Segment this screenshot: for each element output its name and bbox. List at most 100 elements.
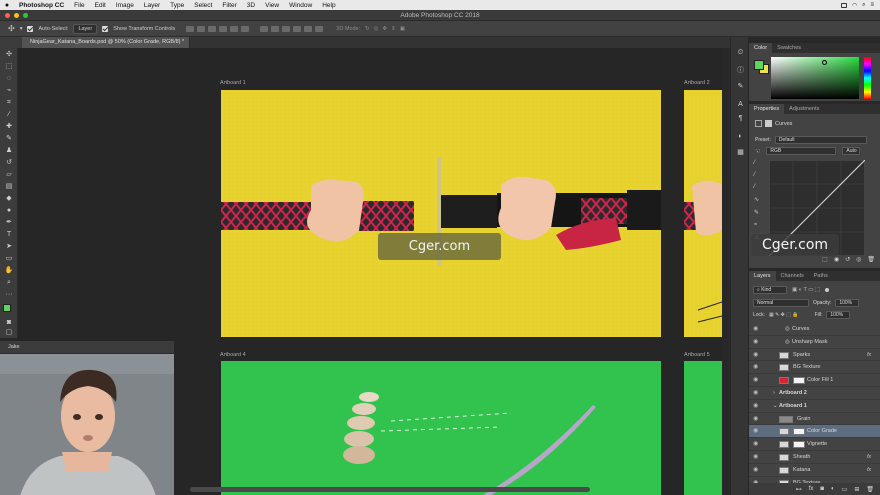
- menu-edit[interactable]: Edit: [90, 2, 111, 9]
- tab-properties[interactable]: Properties: [749, 104, 785, 114]
- crop-tool-icon[interactable]: ⌗: [4, 98, 14, 107]
- document-tab[interactable]: NinjaGear_Katana_Boards.psd @ 50% (Color…: [22, 37, 190, 48]
- artboard-1[interactable]: Cger.com: [221, 90, 661, 337]
- lock-icons[interactable]: ▦ ✎ ✥ ⬚ 🔒: [769, 312, 799, 318]
- distribute-middle-button[interactable]: [271, 25, 280, 32]
- eraser-tool-icon[interactable]: ▱: [4, 170, 14, 179]
- styles-panel-icon[interactable]: ▦: [735, 147, 746, 158]
- type-tool-icon[interactable]: T: [4, 230, 14, 239]
- hand-tool-icon[interactable]: ✋: [4, 266, 14, 275]
- artboard-4-label[interactable]: Artboard 4: [220, 352, 246, 358]
- artboard-5-label[interactable]: Artboard 5: [684, 352, 710, 358]
- trash-icon[interactable]: 🗑: [867, 256, 875, 263]
- visibility-eye-icon[interactable]: ◉: [753, 438, 758, 451]
- tab-channels[interactable]: Channels: [776, 271, 809, 281]
- tab-color[interactable]: Color: [749, 43, 773, 53]
- mask-icon[interactable]: [765, 120, 772, 127]
- visibility-eye-icon[interactable]: ◉: [753, 464, 758, 477]
- menu-window[interactable]: Window: [284, 2, 317, 9]
- 3d-scale-icon[interactable]: ▣: [400, 26, 405, 32]
- quick-select-tool-icon[interactable]: ⌁: [4, 86, 14, 95]
- new-group-icon[interactable]: ▭: [842, 486, 848, 493]
- menu-list-icon[interactable]: ≡: [870, 2, 874, 8]
- distribute-right-button[interactable]: [315, 25, 324, 32]
- move-tool-icon[interactable]: ✣: [8, 24, 15, 33]
- history-panel-icon[interactable]: ⏲: [735, 47, 746, 58]
- zoom-tool-icon[interactable]: ⌕: [4, 278, 14, 287]
- gradient-tool-icon[interactable]: ▤: [4, 182, 14, 191]
- smart-filter-icon[interactable]: ◎: [785, 336, 790, 349]
- color-picker-handle[interactable]: [822, 60, 827, 65]
- close-icon[interactable]: [5, 13, 10, 18]
- brush-settings-icon[interactable]: ✎: [735, 81, 746, 92]
- align-top-button[interactable]: [219, 25, 228, 32]
- healing-brush-tool-icon[interactable]: ✚: [4, 122, 14, 131]
- layer-mask-thumbnail[interactable]: [793, 428, 805, 436]
- visibility-eye-icon[interactable]: ◉: [753, 387, 758, 400]
- layer-row[interactable]: ◉ › Artboard 2: [749, 387, 880, 400]
- distribute-left-button[interactable]: [293, 25, 302, 32]
- dodge-tool-icon[interactable]: ●: [4, 206, 14, 215]
- layer-effects-icon[interactable]: fx: [867, 451, 871, 464]
- opacity-field[interactable]: 100%: [835, 299, 860, 307]
- layer-mask-thumbnail[interactable]: [793, 441, 805, 449]
- layer-row[interactable]: ◉ Sparks fx: [749, 349, 880, 362]
- edit-toolbar-icon[interactable]: ···: [4, 290, 14, 299]
- clip-to-layer-icon[interactable]: ⬚: [822, 256, 828, 263]
- webcam-tab[interactable]: Jake: [0, 341, 174, 353]
- tab-paths[interactable]: Paths: [809, 271, 833, 281]
- visibility-eye-icon[interactable]: ◉: [753, 323, 758, 336]
- 3d-pan-icon[interactable]: ✥: [383, 26, 388, 32]
- apple-icon[interactable]: ●: [0, 2, 14, 9]
- layer-mask-thumbnail[interactable]: [793, 377, 805, 385]
- layer-row[interactable]: ◉ Color Grade: [749, 425, 880, 439]
- menu-view[interactable]: View: [260, 2, 284, 9]
- foreground-swatch[interactable]: [754, 60, 764, 70]
- paragraph-panel-icon[interactable]: ¶: [735, 113, 746, 124]
- align-middle-button[interactable]: [230, 25, 239, 32]
- layer-row[interactable]: ◉ Grain: [749, 413, 880, 426]
- align-center-button[interactable]: [197, 25, 206, 32]
- hue-slider[interactable]: [864, 57, 871, 99]
- show-transform-checkbox[interactable]: [102, 25, 109, 32]
- menu-layer[interactable]: Layer: [139, 2, 165, 9]
- filter-toggle[interactable]: [825, 288, 830, 292]
- sample-black-eyedropper-icon[interactable]: ⁄: [754, 160, 764, 166]
- visibility-eye-icon[interactable]: ◉: [753, 361, 758, 374]
- sample-white-eyedropper-icon[interactable]: ⁄: [754, 184, 764, 190]
- visibility-eye-icon[interactable]: ◉: [753, 400, 758, 413]
- menu-image[interactable]: Image: [111, 2, 139, 9]
- layer-row[interactable]: ◉ ◎ Curves: [749, 323, 880, 336]
- horizontal-scrollbar[interactable]: [190, 487, 590, 492]
- layer-effects-icon[interactable]: fx: [867, 349, 871, 362]
- color-field[interactable]: [771, 57, 859, 99]
- visibility-eye-icon[interactable]: ◉: [753, 425, 758, 438]
- layer-row[interactable]: ◉ Katana fx: [749, 464, 880, 477]
- eyedropper-tool-icon[interactable]: ⁄: [4, 110, 14, 119]
- distribute-center-button[interactable]: [304, 25, 313, 32]
- align-right-button[interactable]: [208, 25, 217, 32]
- menu-3d[interactable]: 3D: [242, 2, 260, 9]
- layer-row[interactable]: ◉ Color Fill 1: [749, 374, 880, 387]
- tab-swatches[interactable]: Swatches: [772, 43, 806, 53]
- smart-filter-icon[interactable]: ◎: [785, 323, 790, 336]
- blend-mode-dropdown[interactable]: Normal: [753, 299, 809, 307]
- expand-artboard-icon[interactable]: ⌄: [773, 400, 778, 413]
- artboard-2-label[interactable]: Artboard 2: [684, 80, 710, 86]
- 3d-roll-icon[interactable]: ◎: [374, 26, 379, 32]
- add-mask-icon[interactable]: ◙: [820, 486, 824, 492]
- 3d-slide-icon[interactable]: ⇕: [391, 26, 396, 32]
- artboard-2[interactable]: [684, 90, 722, 337]
- menu-app-name[interactable]: Photoshop CC: [14, 2, 69, 9]
- clone-stamp-tool-icon[interactable]: ♟: [4, 146, 14, 155]
- pen-tool-icon[interactable]: ✒: [4, 218, 14, 227]
- visibility-eye-icon[interactable]: ◉: [753, 349, 758, 362]
- layer-row[interactable]: ◉ ◎ Unsharp Mask: [749, 336, 880, 349]
- new-layer-icon[interactable]: ⊞: [854, 486, 859, 493]
- add-style-icon[interactable]: fx: [809, 486, 814, 492]
- tab-layers[interactable]: Layers: [749, 271, 776, 281]
- visibility-eye-icon[interactable]: ◉: [753, 451, 758, 464]
- tool-preset-dropdown[interactable]: ▾: [20, 26, 23, 32]
- screen-mode-icon[interactable]: ▢: [4, 328, 14, 337]
- link-layers-icon[interactable]: ⊷: [796, 486, 802, 493]
